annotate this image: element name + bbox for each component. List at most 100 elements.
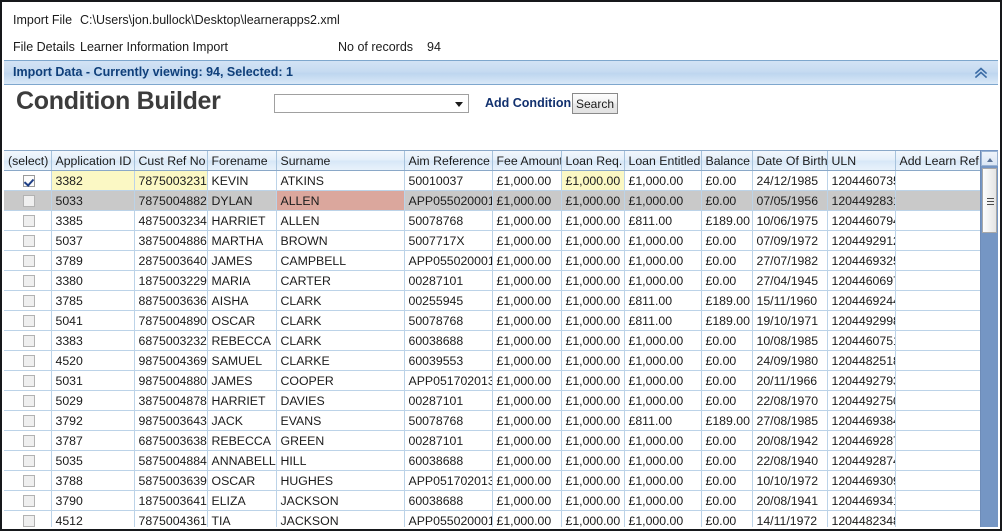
row-select-cell[interactable] <box>4 170 52 191</box>
cell-aim_ref[interactable]: 60038688 <box>404 450 493 471</box>
cell-forename[interactable]: MARTHA <box>207 230 277 251</box>
cell-add_ref[interactable] <box>895 410 984 431</box>
cell-aim_ref[interactable]: APP055020001 <box>404 250 493 271</box>
cell-add_ref[interactable] <box>895 310 984 331</box>
cell-uln[interactable]: 1204469309 <box>827 470 896 491</box>
row-select-cell[interactable] <box>4 310 52 331</box>
cell-surname[interactable]: COOPER <box>276 370 405 391</box>
cell-cust_ref[interactable]: 68750032320 <box>134 330 208 351</box>
cell-surname[interactable]: CLARK <box>276 290 405 311</box>
cell-loan_req[interactable]: £1,000.00 <box>561 370 625 391</box>
cell-balance[interactable]: £189.00 <box>701 210 753 231</box>
checkbox-unchecked[interactable] <box>23 475 36 488</box>
cell-loan_req[interactable]: £1,000.00 <box>561 490 625 511</box>
table-row[interactable]: 3785 88750036360 AISHA CLARK 00255945 £1,000.… <box>4 290 984 311</box>
cell-add_ref[interactable] <box>895 350 984 371</box>
cell-app_id[interactable]: 4520 <box>51 350 135 371</box>
table-row[interactable]: 3385 48750032340 HARRIET ALLEN 50078768 £1,00… <box>4 210 984 231</box>
cell-fee[interactable]: £1,000.00 <box>492 410 562 431</box>
cell-dob[interactable]: 27/08/1985 <box>752 410 828 431</box>
cell-cust_ref[interactable]: 98750036430 <box>134 410 208 431</box>
cell-aim_ref[interactable]: 50078768 <box>404 210 493 231</box>
cell-balance[interactable]: £0.00 <box>701 490 753 511</box>
cell-app_id[interactable]: 4512 <box>51 510 135 527</box>
cell-app_id[interactable]: 3788 <box>51 470 135 491</box>
cell-aim_ref[interactable]: 60038688 <box>404 330 493 351</box>
scrollbar-up-button[interactable] <box>981 151 998 166</box>
cell-dob[interactable]: 22/08/1970 <box>752 390 828 411</box>
cell-forename[interactable]: DYLAN <box>207 190 277 211</box>
cell-add_ref[interactable] <box>895 450 984 471</box>
add-condition-link[interactable]: Add Condition <box>485 96 571 110</box>
cell-cust_ref[interactable]: 18750032290 <box>134 270 208 291</box>
cell-loan_ent[interactable]: £1,000.00 <box>624 390 702 411</box>
cell-app_id[interactable]: 5035 <box>51 450 135 471</box>
cell-fee[interactable]: £1,000.00 <box>492 310 562 331</box>
cell-loan_ent[interactable]: £1,000.00 <box>624 230 702 251</box>
column-header-cust_ref[interactable]: Cust Ref No <box>134 151 208 171</box>
search-button[interactable]: Search <box>572 93 618 114</box>
cell-balance[interactable]: £0.00 <box>701 330 753 351</box>
cell-app_id[interactable]: 3382 <box>51 170 135 191</box>
table-row[interactable]: 3787 68750036380 REBECCA GREEN 00287101 £1,00… <box>4 430 984 451</box>
cell-loan_ent[interactable]: £1,000.00 <box>624 350 702 371</box>
cell-dob[interactable]: 07/09/1972 <box>752 230 828 251</box>
cell-fee[interactable]: £1,000.00 <box>492 490 562 511</box>
column-header-uln[interactable]: ULN <box>827 151 896 171</box>
cell-dob[interactable]: 20/11/1966 <box>752 370 828 391</box>
cell-aim_ref[interactable]: APP051702013 <box>404 370 493 391</box>
cell-loan_ent[interactable]: £1,000.00 <box>624 250 702 271</box>
cell-loan_req[interactable]: £1,000.00 <box>561 190 625 211</box>
cell-loan_ent[interactable]: £1,000.00 <box>624 270 702 291</box>
checkbox-unchecked[interactable] <box>23 275 36 288</box>
cell-balance[interactable]: £0.00 <box>701 510 753 527</box>
cell-balance[interactable]: £189.00 <box>701 310 753 331</box>
cell-forename[interactable]: OSCAR <box>207 310 277 331</box>
cell-aim_ref[interactable]: 50078768 <box>404 310 493 331</box>
cell-app_id[interactable]: 3792 <box>51 410 135 431</box>
cell-uln[interactable]: 1204492831 <box>827 190 896 211</box>
cell-forename[interactable]: SAMUEL <box>207 350 277 371</box>
checkbox-unchecked[interactable] <box>23 255 36 268</box>
cell-dob[interactable]: 27/07/1982 <box>752 250 828 271</box>
cell-aim_ref[interactable]: APP051702013 <box>404 470 493 491</box>
cell-dob[interactable]: 20/08/1942 <box>752 430 828 451</box>
cell-fee[interactable]: £1,000.00 <box>492 370 562 391</box>
cell-loan_req[interactable]: £1,000.00 <box>561 390 625 411</box>
scrollbar-thumb[interactable] <box>982 168 997 233</box>
table-row[interactable]: 5041 78750048900 OSCAR CLARK 50078768 £1,000.… <box>4 310 984 331</box>
cell-app_id[interactable]: 3380 <box>51 270 135 291</box>
cell-cust_ref[interactable]: 88750036360 <box>134 290 208 311</box>
checkbox-unchecked[interactable] <box>23 295 36 308</box>
row-select-cell[interactable] <box>4 430 52 451</box>
cell-loan_ent[interactable]: £1,000.00 <box>624 510 702 527</box>
cell-surname[interactable]: CAMPBELL <box>276 250 405 271</box>
column-header-forename[interactable]: Forename <box>207 151 277 171</box>
cell-balance[interactable]: £0.00 <box>701 190 753 211</box>
cell-app_id[interactable]: 5029 <box>51 390 135 411</box>
cell-fee[interactable]: £1,000.00 <box>492 430 562 451</box>
cell-app_id[interactable]: 5041 <box>51 310 135 331</box>
cell-aim_ref[interactable]: APP055020001 <box>404 190 493 211</box>
cell-loan_req[interactable]: £1,000.00 <box>561 250 625 271</box>
cell-loan_ent[interactable]: £811.00 <box>624 310 702 331</box>
cell-uln[interactable]: 1204492912 <box>827 230 896 251</box>
cell-uln[interactable]: 1204460794 <box>827 210 896 231</box>
row-select-cell[interactable] <box>4 210 52 231</box>
row-select-cell[interactable] <box>4 450 52 471</box>
table-row[interactable]: 3382 78750032310 KEVIN ATKINS 50010037 £1,000… <box>4 170 984 191</box>
cell-surname[interactable]: HUGHES <box>276 470 405 491</box>
cell-cust_ref[interactable]: 58750048840 <box>134 450 208 471</box>
cell-surname[interactable]: HILL <box>276 450 405 471</box>
cell-forename[interactable]: ELIZA <box>207 490 277 511</box>
cell-loan_req[interactable]: £1,000.00 <box>561 230 625 251</box>
cell-cust_ref[interactable]: 28750036400 <box>134 250 208 271</box>
cell-loan_req[interactable]: £1,000.00 <box>561 450 625 471</box>
checkbox-unchecked[interactable] <box>23 215 36 228</box>
cell-loan_req[interactable]: £1,000.00 <box>561 210 625 231</box>
cell-loan_req[interactable]: £1,000.00 <box>561 310 625 331</box>
cell-add_ref[interactable] <box>895 490 984 511</box>
cell-app_id[interactable]: 3385 <box>51 210 135 231</box>
cell-cust_ref[interactable]: 78750048820 <box>134 190 208 211</box>
cell-uln[interactable]: 1204482518 <box>827 350 896 371</box>
